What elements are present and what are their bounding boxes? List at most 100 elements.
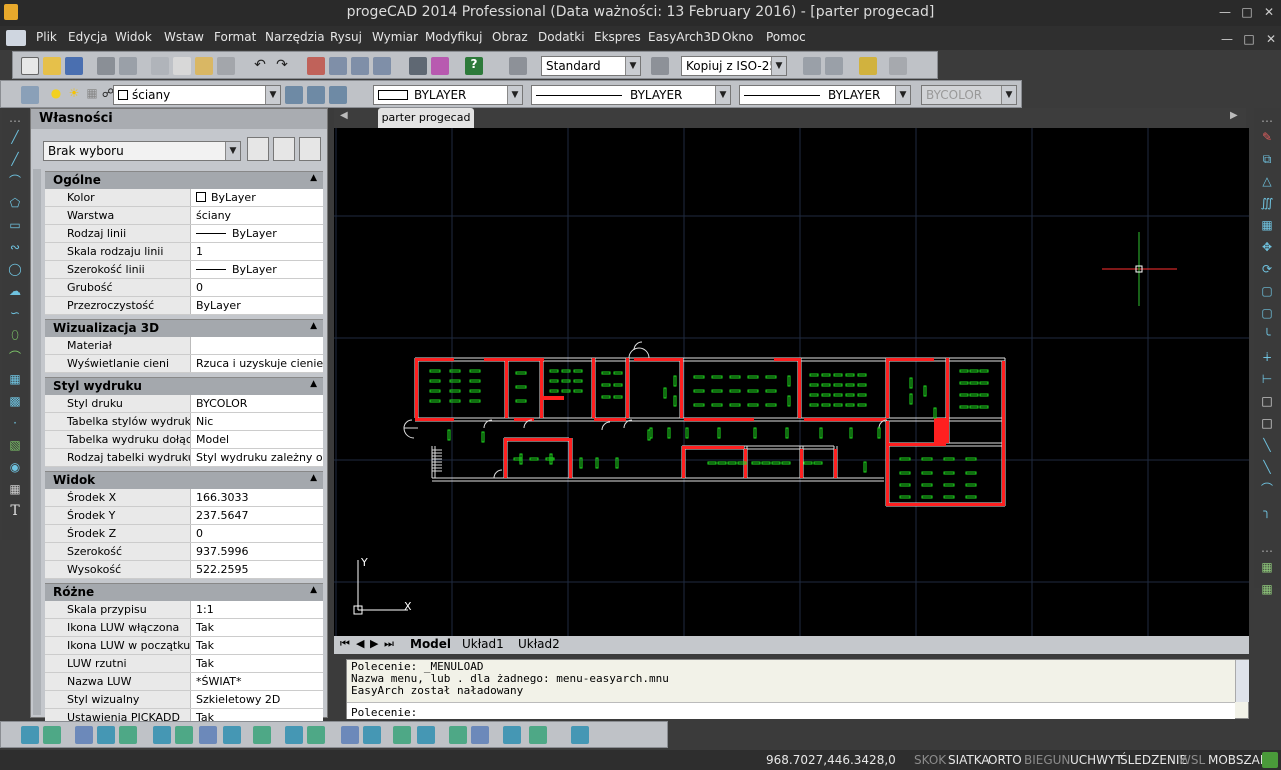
print-icon[interactable]: [97, 57, 115, 75]
doc-restore-icon[interactable]: □: [1240, 31, 1258, 47]
quadrant-snap-icon[interactable]: [119, 726, 137, 744]
property-row[interactable]: Środek X 166.3033: [45, 489, 323, 507]
minimize-icon[interactable]: —: [1216, 4, 1234, 20]
category-header[interactable]: Różne ▲: [45, 583, 323, 601]
status-toggle-skok[interactable]: SKOK: [914, 753, 946, 767]
property-row[interactable]: Ikona LUW w początku Tak: [45, 637, 323, 655]
rotate-icon[interactable]: ⟳: [1259, 262, 1275, 276]
ucs-snap-icon[interactable]: [449, 726, 467, 744]
category-header[interactable]: Wizualizacja 3D ▲: [45, 319, 323, 337]
make-current-icon[interactable]: [307, 86, 325, 104]
property-value[interactable]: ściany: [191, 207, 323, 224]
zoom-previous-icon[interactable]: [373, 57, 391, 75]
break-icon[interactable]: □: [1259, 394, 1275, 408]
quick-select-icon[interactable]: [247, 137, 269, 161]
block-icon[interactable]: [803, 57, 821, 75]
chevron-down-icon[interactable]: ▼: [625, 57, 640, 75]
paste-icon[interactable]: [195, 57, 213, 75]
property-value[interactable]: Nic: [191, 413, 323, 430]
table-icon[interactable]: ▦: [7, 482, 23, 496]
property-row[interactable]: Środek Z 0: [45, 525, 323, 543]
property-value[interactable]: 166.3033: [191, 489, 323, 506]
undo-icon[interactable]: ↶: [251, 57, 269, 75]
property-value[interactable]: 0: [191, 279, 323, 296]
property-row[interactable]: Grubość 0: [45, 279, 323, 297]
layer-select[interactable]: ściany ▼: [113, 85, 281, 105]
endpoint-snap-icon[interactable]: [21, 726, 39, 744]
property-value[interactable]: Styl wydruku zależny od...: [191, 449, 323, 466]
dim-style-icon[interactable]: [651, 57, 669, 75]
trim-icon[interactable]: ∔: [1259, 350, 1275, 364]
erase-icon[interactable]: ✎: [1259, 130, 1275, 144]
menu-plik[interactable]: Plik: [36, 30, 57, 44]
collapse-icon[interactable]: ▲: [310, 379, 317, 389]
chevron-down-icon[interactable]: ▼: [225, 142, 240, 160]
insertion-snap-icon[interactable]: [199, 726, 217, 744]
clear-snaps-snap-icon[interactable]: [393, 726, 411, 744]
tangent-snap-icon[interactable]: [253, 726, 271, 744]
design-center-icon[interactable]: [859, 57, 877, 75]
tab-parter-progecad[interactable]: parter progecad: [378, 108, 474, 128]
redo-icon[interactable]: ↷: [273, 57, 291, 75]
menu-format[interactable]: Format: [214, 30, 256, 44]
draw-order-icon[interactable]: [409, 57, 427, 75]
ellipse-arc-icon[interactable]: ⌒: [7, 350, 23, 364]
join-icon[interactable]: □: [1259, 416, 1275, 430]
collapse-icon[interactable]: ▲: [310, 473, 317, 483]
prev-tab-icon[interactable]: ◀: [356, 637, 364, 650]
menu-widok[interactable]: Widok: [115, 30, 152, 44]
insert-block-icon[interactable]: ▦: [7, 372, 23, 386]
layer-thaw-icon[interactable]: ☀: [65, 86, 83, 104]
menu-ekspres[interactable]: Ekspres: [594, 30, 641, 44]
text-style-select[interactable]: Standard ▼: [541, 56, 641, 76]
property-row[interactable]: Środek Y 237.5647: [45, 507, 323, 525]
hatch-icon[interactable]: ▧: [7, 438, 23, 452]
menu-dodatki[interactable]: Dodatki: [538, 30, 585, 44]
menu-okno[interactable]: Okno: [722, 30, 753, 44]
property-value[interactable]: 1: [191, 243, 323, 260]
selection-select[interactable]: Brak wyboru ▼: [43, 141, 241, 161]
close-icon[interactable]: ✕: [1260, 4, 1278, 20]
fillet-icon[interactable]: ╲: [1259, 460, 1275, 474]
property-value[interactable]: ByLayer: [191, 297, 323, 314]
property-row[interactable]: Warstwa ściany: [45, 207, 323, 225]
category-header[interactable]: Ogólne ▲: [45, 171, 323, 189]
property-row[interactable]: Skala rodzaju linii 1: [45, 243, 323, 261]
midpoint-snap-icon[interactable]: [43, 726, 61, 744]
property-row[interactable]: Tabelka stylów wydruku Nic: [45, 413, 323, 431]
print-preview-icon[interactable]: [119, 57, 137, 75]
tab-uklad1[interactable]: Układ1: [462, 637, 504, 651]
property-value[interactable]: 237.5647: [191, 507, 323, 524]
filter-icon[interactable]: [299, 137, 321, 161]
property-value[interactable]: BYCOLOR: [191, 395, 323, 412]
copy-object-icon[interactable]: ⧉: [1259, 152, 1275, 166]
circle-icon[interactable]: ◯: [7, 262, 23, 276]
property-row[interactable]: Tabelka wydruku dołąc... Model: [45, 431, 323, 449]
menu-edycja[interactable]: Edycja: [68, 30, 108, 44]
lengthen-icon[interactable]: ╰: [1259, 328, 1275, 342]
perpendicular-snap-icon[interactable]: [223, 726, 241, 744]
explode-icon[interactable]: ⌒: [1259, 482, 1275, 496]
move-icon[interactable]: ✥: [1259, 240, 1275, 254]
dim-style-select[interactable]: Kopiuj z ISO-25 ▼: [681, 56, 787, 76]
menu-rysuj[interactable]: Rysuj: [330, 30, 362, 44]
category-header[interactable]: Widok ▲: [45, 471, 323, 489]
property-value[interactable]: Szkieletowy 2D: [191, 691, 323, 708]
snap-from-snap-icon[interactable]: [417, 726, 435, 744]
zoom-extents-snap-icon[interactable]: [571, 726, 589, 744]
spline-icon[interactable]: ∾: [7, 240, 23, 254]
linetype-select[interactable]: BYLAYER ▼: [531, 85, 731, 105]
area-snap-icon[interactable]: [503, 726, 521, 744]
property-row[interactable]: LUW rzutni Tak: [45, 655, 323, 673]
menu-wymiar[interactable]: Wymiar: [372, 30, 418, 44]
color-select[interactable]: BYLAYER ▼: [373, 85, 523, 105]
new-icon[interactable]: [21, 57, 39, 75]
extend-icon[interactable]: ⊢: [1259, 372, 1275, 386]
spell-check-icon[interactable]: [889, 57, 907, 75]
chevron-down-icon[interactable]: ▼: [715, 86, 730, 104]
property-row[interactable]: Styl wizualny Szkieletowy 2D: [45, 691, 323, 709]
tab-scroll-right-icon[interactable]: ▶: [1230, 110, 1238, 121]
property-row[interactable]: Rodzaj tabelki wydruku Styl wydruku zależ…: [45, 449, 323, 467]
edit-polyline-icon[interactable]: ╮: [1259, 504, 1275, 518]
property-value[interactable]: Model: [191, 431, 323, 448]
